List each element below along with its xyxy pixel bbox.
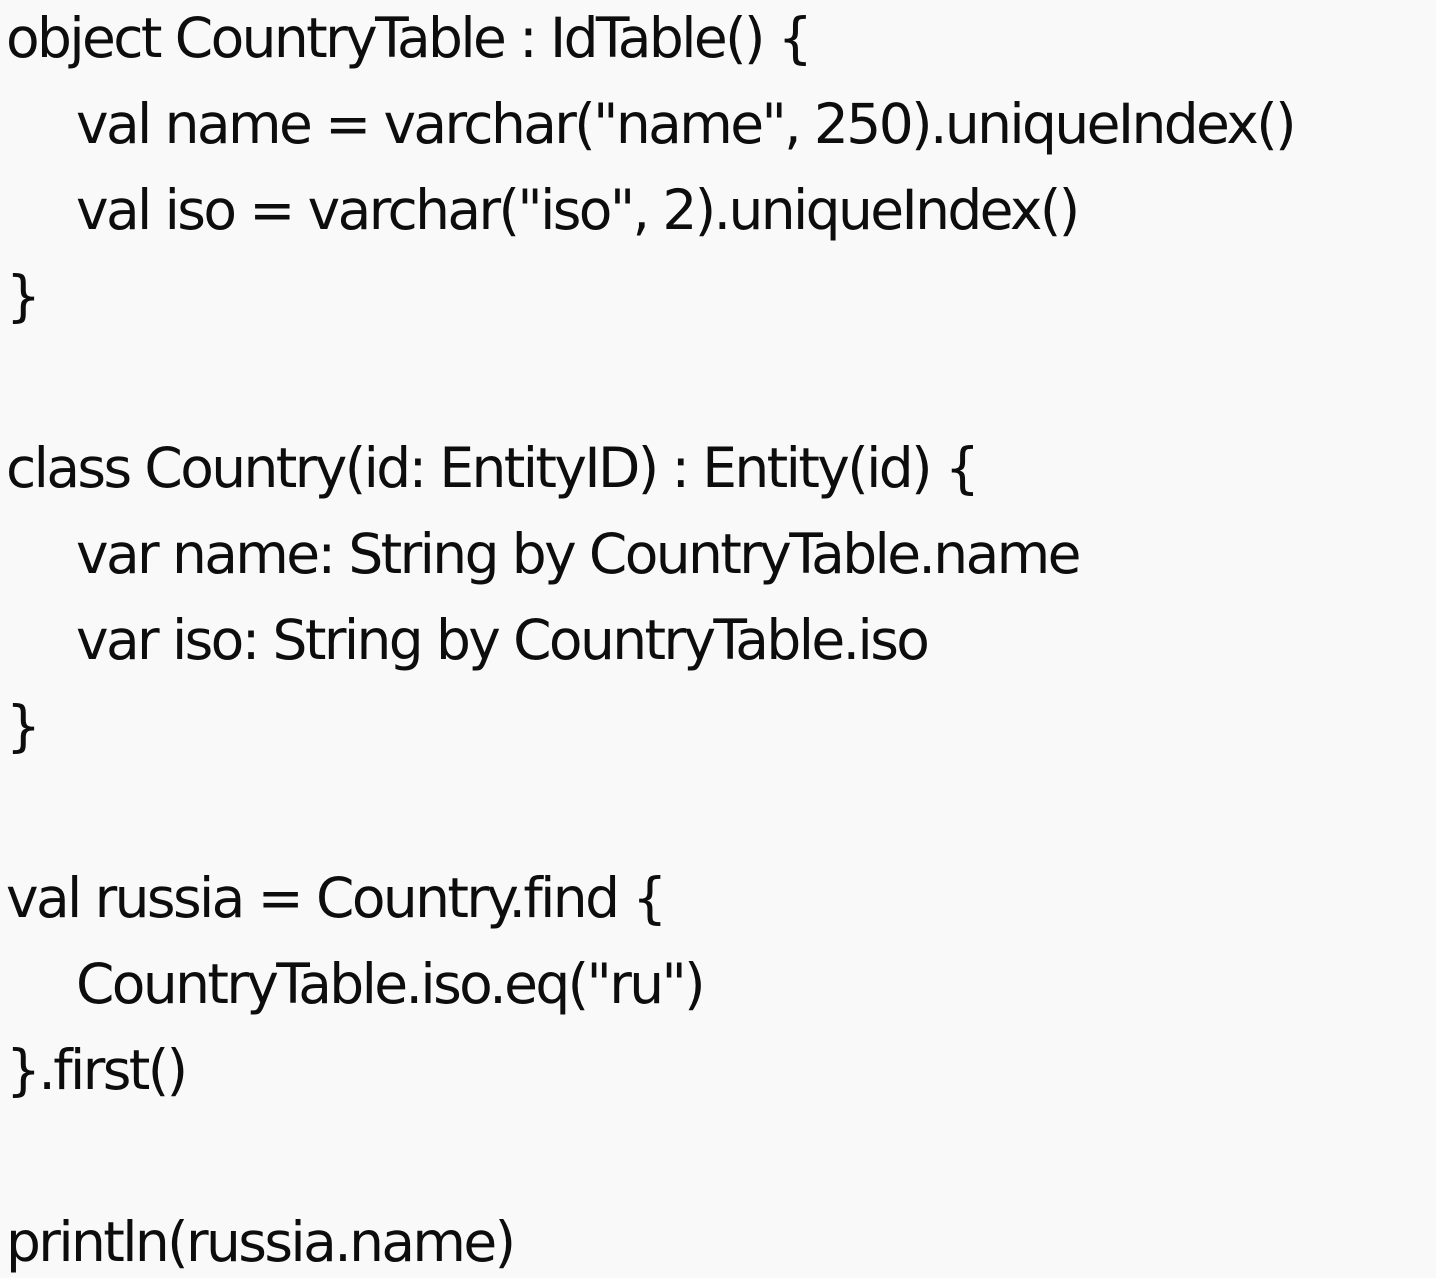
code-line-12: CountryTable.iso.eq("ru") — [76, 952, 706, 1016]
code-view: object CountryTable : IdTable() { val na… — [0, 0, 1436, 1278]
code-line-8: var iso: String by CountryTable.iso — [76, 608, 930, 672]
code-line-6: class Country(id: EntityID) : Entity(id)… — [6, 436, 980, 500]
code-line-9: } — [6, 694, 41, 758]
code-line-7: var name: String by CountryTable.name — [76, 522, 1081, 586]
code-line-2: val name = varchar("name", 250).uniqueIn… — [76, 92, 1297, 156]
code-line-13: }.first() — [6, 1038, 188, 1102]
code-line-3: val iso = varchar("iso", 2).uniqueIndex(… — [76, 178, 1080, 242]
code-line-15: println(russia.name) — [6, 1210, 516, 1274]
code-line-11: val russia = Country.find { — [6, 866, 667, 930]
code-line-4: } — [6, 264, 41, 328]
code-line-1: object CountryTable : IdTable() { — [6, 6, 813, 70]
